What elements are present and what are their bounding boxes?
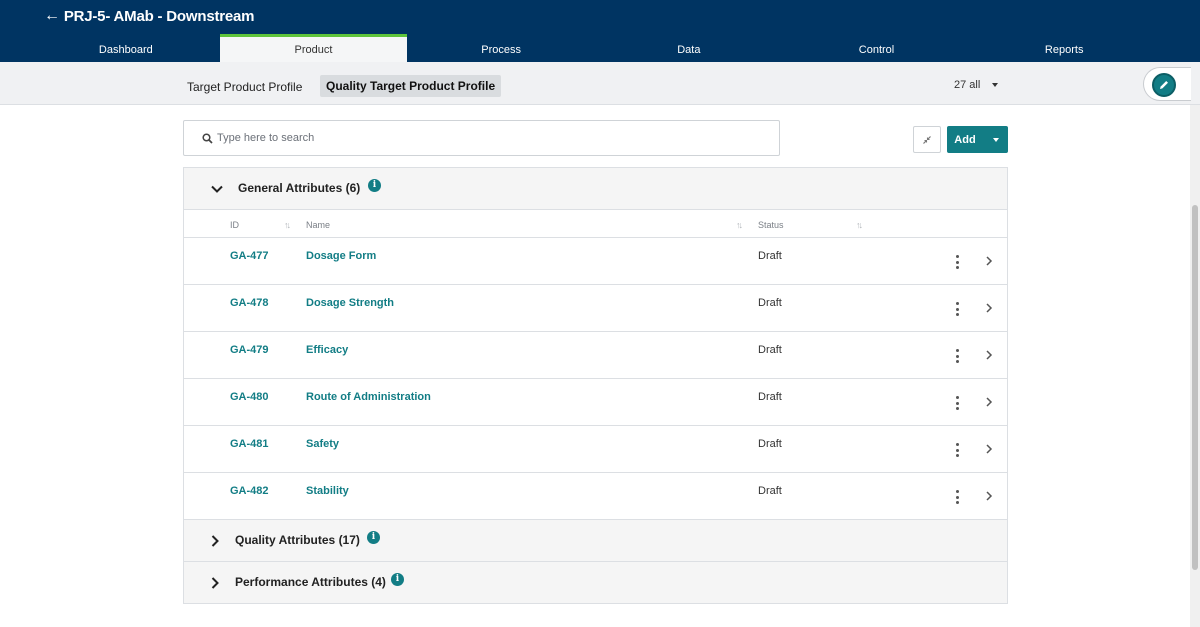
chevron-right-icon[interactable]: [984, 349, 994, 361]
row-status: Draft: [758, 391, 782, 403]
collapse-all-button[interactable]: [913, 126, 941, 153]
info-icon[interactable]: i: [367, 531, 380, 544]
kebab-icon[interactable]: [954, 255, 960, 269]
pencil-icon: [1160, 81, 1168, 89]
kebab-icon[interactable]: [954, 396, 960, 410]
main-nav: Dashboard Product Process Data Control R…: [32, 34, 1158, 62]
sort-icon[interactable]: ↑↓: [284, 220, 291, 230]
back-link[interactable]: ← PRJ-5- AMab - Downstream: [44, 7, 255, 25]
row-id-link[interactable]: GA-480: [230, 391, 269, 403]
tab-process[interactable]: Process: [407, 34, 595, 62]
table-column-header: ID ↑↓ Name ↑↓ Status ↑↓: [184, 210, 1007, 238]
search-icon: [202, 132, 213, 144]
row-name-link[interactable]: Route of Administration: [306, 391, 431, 403]
caret-down-icon: [992, 137, 999, 142]
row-status: Draft: [758, 485, 782, 497]
record-filter-dropdown[interactable]: 27 all: [954, 79, 999, 91]
sort-icon[interactable]: ↑↓: [856, 220, 863, 230]
kebab-icon[interactable]: [954, 302, 960, 316]
page-scrollbar[interactable]: [1190, 105, 1200, 627]
scrollbar-thumb[interactable]: [1192, 205, 1198, 570]
add-button[interactable]: Add: [947, 126, 1008, 153]
row-status: Draft: [758, 344, 782, 356]
row-id-link[interactable]: GA-481: [230, 438, 269, 450]
attributes-table: General Attributes (6) i ID ↑↓ Name ↑↓ S…: [183, 167, 1008, 604]
table-row[interactable]: GA-481 Safety Draft: [184, 426, 1007, 473]
row-status: Draft: [758, 250, 782, 262]
search-box[interactable]: [183, 120, 780, 156]
add-dropdown-toggle[interactable]: [983, 126, 1008, 153]
chevron-right-icon[interactable]: [984, 255, 994, 267]
subtab-quality-target-product-profile[interactable]: Quality Target Product Profile: [320, 75, 502, 97]
subtab-target-product-profile[interactable]: Target Product Profile: [187, 80, 302, 94]
row-name-link[interactable]: Safety: [306, 438, 339, 450]
row-name-link[interactable]: Dosage Strength: [306, 297, 394, 309]
column-header-status[interactable]: Status: [758, 220, 784, 230]
edit-button[interactable]: [1152, 73, 1176, 97]
group-title: General Attributes (6): [238, 181, 361, 195]
project-title: PRJ-5- AMab - Downstream: [63, 7, 255, 25]
row-id-link[interactable]: GA-482: [230, 485, 269, 497]
info-icon[interactable]: i: [391, 573, 404, 586]
group-title: Performance Attributes (4): [235, 575, 386, 589]
tab-dashboard[interactable]: Dashboard: [32, 34, 220, 62]
row-name-link[interactable]: Efficacy: [306, 344, 348, 356]
tab-reports[interactable]: Reports: [970, 34, 1158, 62]
row-status: Draft: [758, 438, 782, 450]
search-input[interactable]: [217, 132, 757, 144]
tab-control[interactable]: Control: [783, 34, 971, 62]
row-id-link[interactable]: GA-479: [230, 344, 269, 356]
tab-data[interactable]: Data: [595, 34, 783, 62]
group-title: Quality Attributes (17): [235, 533, 360, 547]
kebab-icon[interactable]: [954, 349, 960, 363]
table-row[interactable]: GA-482 Stability Draft: [184, 473, 1007, 520]
row-name-link[interactable]: Dosage Form: [306, 250, 376, 262]
row-id-link[interactable]: GA-477: [230, 250, 269, 262]
table-row[interactable]: GA-477 Dosage Form Draft: [184, 238, 1007, 285]
collapse-icon: [923, 135, 931, 144]
kebab-icon[interactable]: [954, 443, 960, 457]
group-header-quality-attributes[interactable]: Quality Attributes (17) i: [184, 520, 1007, 562]
filter-label: 27 all: [954, 79, 981, 91]
group-header-performance-attributes[interactable]: Performance Attributes (4) i: [184, 562, 1007, 604]
table-row[interactable]: GA-479 Efficacy Draft: [184, 332, 1007, 379]
info-icon[interactable]: i: [368, 179, 381, 192]
table-row[interactable]: GA-478 Dosage Strength Draft: [184, 285, 1007, 332]
sub-nav: Target Product Profile Quality Target Pr…: [0, 62, 1200, 105]
chevron-down-icon[interactable]: [210, 182, 224, 196]
chevron-right-icon[interactable]: [984, 490, 994, 502]
add-button-label[interactable]: Add: [947, 134, 983, 146]
chevron-right-icon[interactable]: [984, 396, 994, 408]
kebab-icon[interactable]: [954, 490, 960, 504]
group-header-general-attributes[interactable]: General Attributes (6) i: [184, 168, 1007, 210]
back-arrow-icon[interactable]: ←: [44, 7, 60, 25]
chevron-right-icon[interactable]: [984, 302, 994, 314]
chevron-right-icon[interactable]: [984, 443, 994, 455]
row-id-link[interactable]: GA-478: [230, 297, 269, 309]
top-header: ← PRJ-5- AMab - Downstream Dashboard Pro…: [0, 0, 1200, 62]
chevron-right-icon[interactable]: [208, 534, 222, 548]
sort-icon[interactable]: ↑↓: [736, 220, 743, 230]
table-row[interactable]: GA-480 Route of Administration Draft: [184, 379, 1007, 426]
column-header-name[interactable]: Name: [306, 220, 330, 230]
tab-product[interactable]: Product: [219, 34, 408, 62]
chevron-right-icon[interactable]: [208, 576, 222, 590]
row-status: Draft: [758, 297, 782, 309]
caret-down-icon: [992, 83, 999, 87]
edit-panel-toggle: [1143, 67, 1191, 101]
row-name-link[interactable]: Stability: [306, 485, 349, 497]
column-header-id[interactable]: ID: [230, 220, 239, 230]
